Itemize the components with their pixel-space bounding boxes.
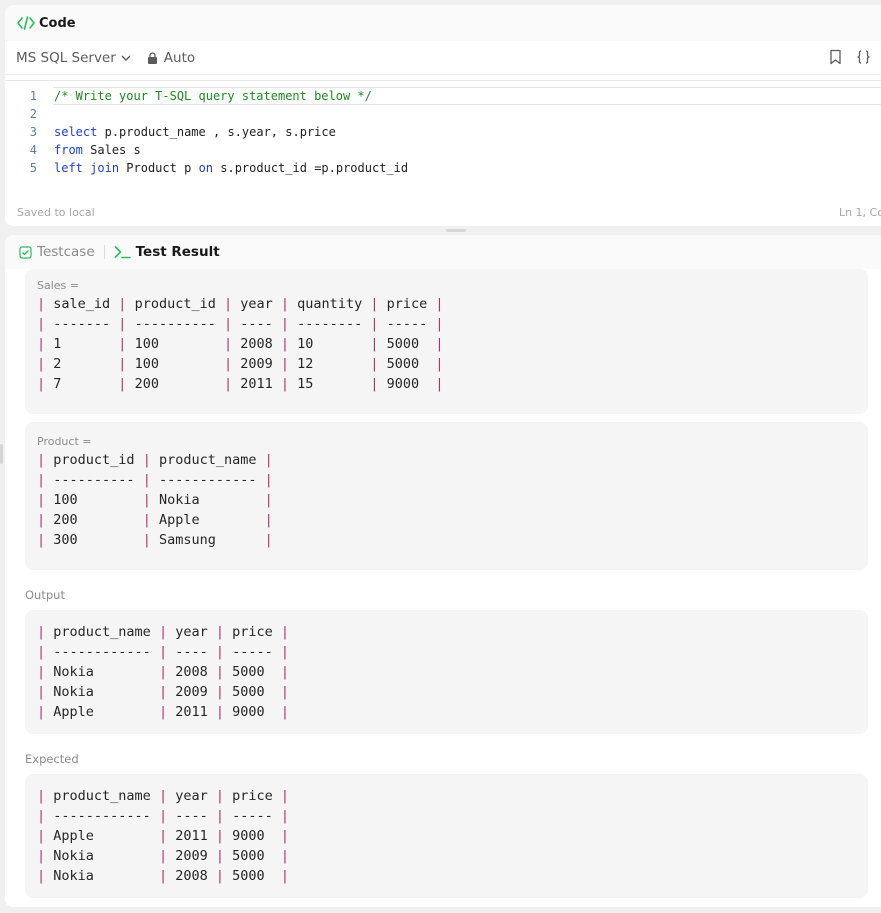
- code-line-text: select p.product_name , s.year, s.price: [54, 125, 336, 139]
- table-row: | 1 | 100 | 2008 | 10 | 5000 |: [37, 336, 444, 352]
- code-panel-header: Code: [5, 5, 881, 41]
- line-number: 4: [29, 143, 37, 157]
- table-row: | Nokia | 2008 | 5000 |: [37, 664, 290, 680]
- code-line: 3 select p.product_name , s.year, s.pric…: [5, 123, 881, 141]
- table-row: | ------------ | ---- | ----- |: [37, 808, 290, 824]
- expected-box: | product_name | year | price | | -------…: [25, 774, 868, 898]
- table-row: | 200 | Apple |: [37, 512, 273, 528]
- code-brackets-icon: [17, 16, 35, 30]
- lock-icon: [147, 51, 157, 64]
- tab-test-result-label: Test Result: [135, 244, 220, 260]
- table-row: | ------- | ---------- | ---- | --------…: [37, 316, 444, 332]
- product-label: Product =: [37, 435, 92, 448]
- table-row: | 100 | Nokia |: [37, 492, 273, 508]
- bookmark-icon[interactable]: [828, 49, 843, 65]
- code-panel-title: Code: [39, 15, 76, 31]
- table-row: | product_name | year | price |: [37, 788, 290, 804]
- code-line-text: /* Write your T-SQL query statement belo…: [54, 89, 372, 103]
- code-line: 2: [5, 105, 881, 123]
- code-line-text: left join Product p on s.product_id =p.p…: [54, 161, 409, 175]
- horizontal-resize-handle[interactable]: [0, 444, 3, 464]
- chevron-down-icon: [121, 55, 131, 61]
- toolbar-actions: [828, 49, 871, 65]
- code-line: 4 from Sales s: [5, 141, 881, 159]
- table-row: | product_name | year | price |: [37, 624, 290, 640]
- editor-toolbar: MS SQL Server Auto: [5, 41, 881, 75]
- code-line: 1 /* Write your T-SQL query statement be…: [5, 87, 881, 105]
- tab-testcase[interactable]: Testcase: [19, 244, 95, 260]
- table-row: | Nokia | 2009 | 5000 |: [37, 684, 290, 700]
- language-select-label: MS SQL Server: [16, 49, 116, 66]
- vertical-resize-handle[interactable]: [446, 229, 466, 232]
- auto-mode-indicator[interactable]: Auto: [147, 50, 195, 66]
- line-number: 2: [29, 107, 37, 121]
- result-panel: Testcase Test Result Sales = | sale_id |…: [5, 235, 881, 907]
- table-row: | sale_id | product_id | year | quantity…: [37, 296, 444, 312]
- output-box: | product_name | year | price | | -------…: [25, 610, 868, 734]
- output-label: Output: [25, 588, 65, 602]
- code-line-text: from Sales s: [54, 143, 141, 157]
- tab-divider: [103, 245, 105, 259]
- table-row: | Apple | 2011 | 9000 |: [37, 704, 290, 720]
- table-row: | Nokia | 2009 | 5000 |: [37, 848, 290, 864]
- table-row: | 2 | 100 | 2009 | 12 | 5000 |: [37, 356, 444, 372]
- code-panel: Code MS SQL Server Auto 1 /* Write your …: [5, 5, 881, 226]
- terminal-icon: [114, 246, 131, 259]
- table-row: | ------------ | ---- | ----- |: [37, 644, 290, 660]
- editor-status-bar: Saved to local Ln 1, Col: [5, 198, 881, 226]
- table-row: | 7 | 200 | 2011 | 15 | 9000 |: [37, 376, 444, 392]
- sales-label: Sales =: [37, 279, 79, 292]
- table-row: | Nokia | 2008 | 5000 |: [37, 868, 290, 884]
- checkbox-icon: [19, 245, 32, 259]
- auto-mode-label: Auto: [163, 49, 196, 66]
- table-row: | Apple | 2011 | 9000 |: [37, 828, 290, 844]
- product-table: | product_id | product_name | | ---------…: [25, 450, 868, 550]
- line-number: 3: [29, 125, 37, 139]
- expected-table: | product_name | year | price | | -------…: [25, 786, 868, 886]
- table-row: | product_id | product_name |: [37, 452, 273, 468]
- output-table: | product_name | year | price | | -------…: [25, 622, 868, 722]
- tab-test-result[interactable]: Test Result: [114, 244, 220, 260]
- product-input-box: Product = | product_id | product_name | |…: [25, 422, 868, 570]
- tab-testcase-label: Testcase: [37, 244, 95, 260]
- line-number: 5: [29, 161, 37, 175]
- table-row: | 300 | Samsung |: [37, 532, 273, 548]
- line-number: 1: [29, 89, 37, 103]
- cursor-position: Ln 1, Col: [838, 205, 881, 219]
- sales-table: | sale_id | product_id | year | quantity…: [25, 294, 868, 394]
- sales-input-box: Sales = | sale_id | product_id | year | …: [25, 269, 868, 414]
- curly-braces-icon[interactable]: [856, 49, 871, 65]
- language-select[interactable]: MS SQL Server: [16, 50, 131, 66]
- code-editor[interactable]: 1 /* Write your T-SQL query statement be…: [5, 80, 881, 196]
- code-line: 5 left join Product p on s.product_id =p…: [5, 159, 881, 177]
- result-tabs: Testcase Test Result: [5, 235, 881, 269]
- expected-label: Expected: [25, 752, 79, 766]
- save-status: Saved to local: [17, 205, 95, 219]
- table-row: | ---------- | ------------ |: [37, 472, 273, 488]
